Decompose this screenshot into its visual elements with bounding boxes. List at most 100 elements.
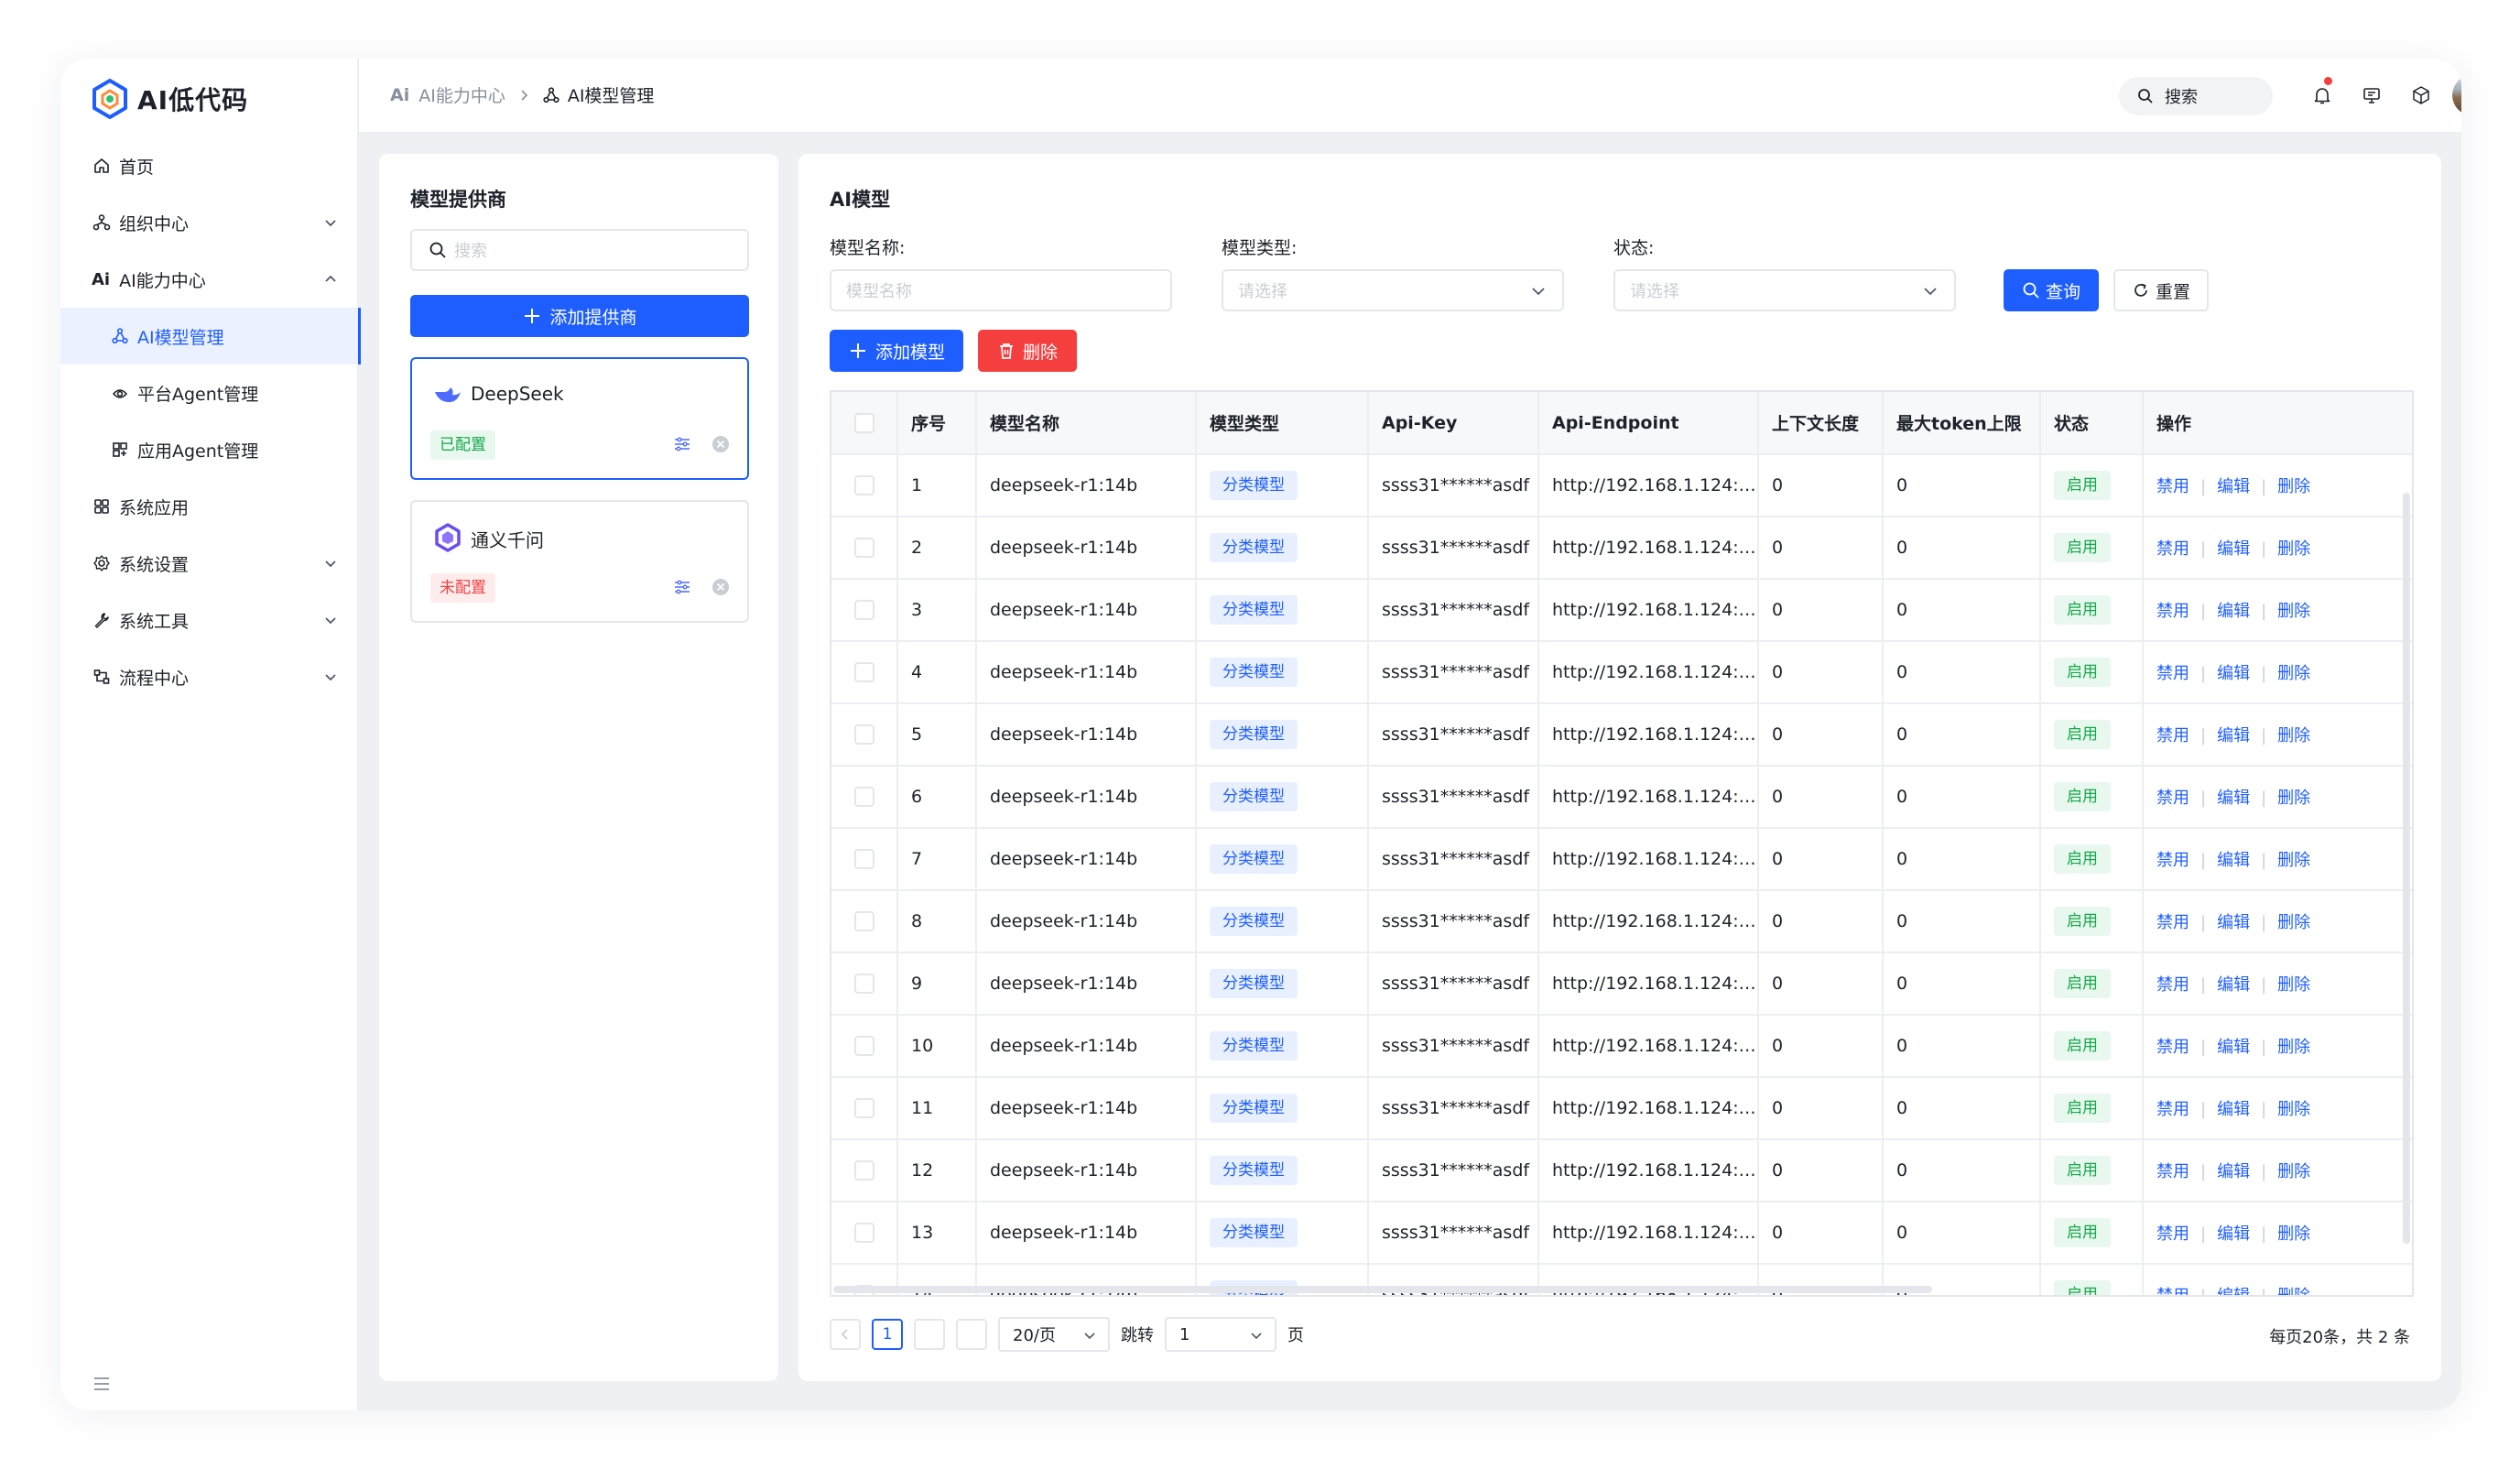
disable-link[interactable]: 禁用 <box>2156 913 2189 932</box>
edit-link[interactable]: 编辑 <box>2217 1162 2250 1181</box>
edit-link[interactable]: 编辑 <box>2217 539 2250 559</box>
disable-link[interactable]: 禁用 <box>2156 851 2189 870</box>
row-select-cell[interactable] <box>831 952 898 1016</box>
status-select[interactable]: 请选择 <box>1613 269 1956 311</box>
row-checkbox[interactable] <box>853 787 874 808</box>
provider-search-input[interactable]: 搜索 <box>410 229 749 271</box>
sidebar-item-app-agent[interactable]: 应用Agent管理 <box>60 421 359 478</box>
disable-link[interactable]: 禁用 <box>2156 1224 2189 1244</box>
disable-link[interactable]: 禁用 <box>2156 539 2189 559</box>
row-select-cell[interactable] <box>831 641 898 704</box>
delete-link[interactable]: 删除 <box>2277 1224 2310 1244</box>
row-checkbox[interactable] <box>853 600 874 621</box>
edit-link[interactable]: 编辑 <box>2217 975 2250 995</box>
delete-link[interactable]: 删除 <box>2277 975 2310 995</box>
sidebar-item-system-tools[interactable]: 系统工具 <box>60 592 359 648</box>
edit-link[interactable]: 编辑 <box>2217 1287 2250 1295</box>
table-row[interactable]: 13 deepseek-r1:14b 分类模型 ssss31******asdf htt… <box>831 1202 2412 1265</box>
disable-link[interactable]: 禁用 <box>2156 602 2189 621</box>
delete-link[interactable]: 删除 <box>2277 789 2310 808</box>
edit-link[interactable]: 编辑 <box>2217 913 2250 932</box>
edit-link[interactable]: 编辑 <box>2217 789 2250 808</box>
table-row[interactable]: 5 deepseek-r1:14b 分类模型 ssss31******asdf http… <box>831 703 2412 767</box>
row-checkbox[interactable] <box>853 724 874 745</box>
app-logo[interactable]: AI低代码 <box>92 75 248 123</box>
query-button[interactable]: 查询 <box>2004 269 2099 311</box>
sidebar-item-org[interactable]: 组织中心 <box>60 194 359 251</box>
edit-link[interactable]: 编辑 <box>2217 602 2250 621</box>
row-checkbox[interactable] <box>853 1160 874 1181</box>
disable-link[interactable]: 禁用 <box>2156 664 2189 683</box>
model-type-select[interactable]: 请选择 <box>1222 269 1564 311</box>
row-checkbox[interactable] <box>853 849 874 870</box>
disable-link[interactable]: 禁用 <box>2156 1287 2189 1295</box>
page-size-select[interactable]: 20/页 <box>998 1317 1110 1352</box>
row-select-cell[interactable] <box>831 579 898 642</box>
remove-circle-icon[interactable] <box>711 577 731 597</box>
prev-page-button[interactable] <box>830 1319 861 1350</box>
delete-link[interactable]: 删除 <box>2277 726 2310 745</box>
sidebar-item-system-apps[interactable]: 系统应用 <box>60 478 359 535</box>
table-row[interactable]: 3 deepseek-r1:14b 分类模型 ssss31******asdf http… <box>831 579 2412 642</box>
disable-link[interactable]: 禁用 <box>2156 1100 2189 1119</box>
row-checkbox[interactable] <box>853 475 874 496</box>
row-checkbox[interactable] <box>853 1098 874 1119</box>
cube-icon[interactable] <box>2410 84 2432 106</box>
provider-card-deepseek[interactable]: DeepSeek 已配置 <box>410 357 749 480</box>
model-name-input[interactable]: 模型名称 <box>830 269 1172 311</box>
jump-page-select[interactable]: 1 <box>1165 1317 1276 1352</box>
page-button-1[interactable]: 1 <box>872 1319 903 1350</box>
disable-link[interactable]: 禁用 <box>2156 1038 2189 1057</box>
row-checkbox[interactable] <box>853 538 874 559</box>
edit-link[interactable]: 编辑 <box>2217 851 2250 870</box>
delete-link[interactable]: 删除 <box>2277 1287 2310 1295</box>
row-select-cell[interactable] <box>831 890 898 953</box>
config-sliders-icon[interactable] <box>672 434 692 454</box>
delete-link[interactable]: 删除 <box>2277 1100 2310 1119</box>
delete-link[interactable]: 删除 <box>2277 664 2310 683</box>
edit-link[interactable]: 编辑 <box>2217 1224 2250 1244</box>
table-row[interactable]: 4 deepseek-r1:14b 分类模型 ssss31******asdf http… <box>831 641 2412 704</box>
table-row[interactable]: 7 deepseek-r1:14b 分类模型 ssss31******asdf http… <box>831 828 2412 891</box>
add-model-button[interactable]: 添加模型 <box>830 330 963 372</box>
row-checkbox[interactable] <box>853 662 874 683</box>
table-row[interactable]: 6 deepseek-r1:14b 分类模型 ssss31******asdf http… <box>831 766 2412 829</box>
row-select-cell[interactable] <box>831 1077 898 1140</box>
select-all-cell[interactable] <box>831 392 898 455</box>
sidebar-collapse-icon[interactable] <box>92 1374 112 1394</box>
vertical-scrollbar[interactable] <box>2403 493 2410 1244</box>
edit-link[interactable]: 编辑 <box>2217 1100 2250 1119</box>
page-button-2[interactable] <box>914 1319 945 1350</box>
table-row[interactable]: 12 deepseek-r1:14b 分类模型 ssss31******asdf htt… <box>831 1139 2412 1202</box>
table-row[interactable]: 2 deepseek-r1:14b 分类模型 ssss31******asdf http… <box>831 517 2412 580</box>
delete-link[interactable]: 删除 <box>2277 1162 2310 1181</box>
provider-card-tongyi[interactable]: 通义千问 未配置 <box>410 500 749 623</box>
row-select-cell[interactable] <box>831 1139 898 1202</box>
disable-link[interactable]: 禁用 <box>2156 726 2189 745</box>
breadcrumb-parent[interactable]: AI能力中心 <box>418 82 505 107</box>
row-checkbox[interactable] <box>853 1223 874 1244</box>
table-row[interactable]: 10 deepseek-r1:14b 分类模型 ssss31******asdf htt… <box>831 1015 2412 1078</box>
edit-link[interactable]: 编辑 <box>2217 726 2250 745</box>
table-row[interactable]: 8 deepseek-r1:14b 分类模型 ssss31******asdf http… <box>831 890 2412 953</box>
edit-link[interactable]: 编辑 <box>2217 477 2250 496</box>
disable-link[interactable]: 禁用 <box>2156 975 2189 995</box>
delete-link[interactable]: 删除 <box>2277 913 2310 932</box>
edit-link[interactable]: 编辑 <box>2217 1038 2250 1057</box>
delete-link[interactable]: 删除 <box>2277 539 2310 559</box>
row-checkbox[interactable] <box>853 1036 874 1057</box>
row-select-cell[interactable] <box>831 517 898 580</box>
config-sliders-icon[interactable] <box>672 577 692 597</box>
row-select-cell[interactable] <box>831 766 898 829</box>
table-row[interactable]: 11 deepseek-r1:14b 分类模型 ssss31******asdf htt… <box>831 1077 2412 1140</box>
row-select-cell[interactable] <box>831 828 898 891</box>
sidebar-item-system-settings[interactable]: 系统设置 <box>60 535 359 592</box>
disable-link[interactable]: 禁用 <box>2156 477 2189 496</box>
reset-button[interactable]: 重置 <box>2113 269 2209 311</box>
page-button-3[interactable] <box>956 1319 987 1350</box>
sidebar-item-ai-model[interactable]: AI模型管理 <box>60 308 361 365</box>
delete-button[interactable]: 删除 <box>978 330 1077 372</box>
header-search[interactable]: 搜索 <box>2119 77 2273 115</box>
user-avatar[interactable] <box>2452 75 2461 115</box>
disable-link[interactable]: 禁用 <box>2156 1162 2189 1181</box>
